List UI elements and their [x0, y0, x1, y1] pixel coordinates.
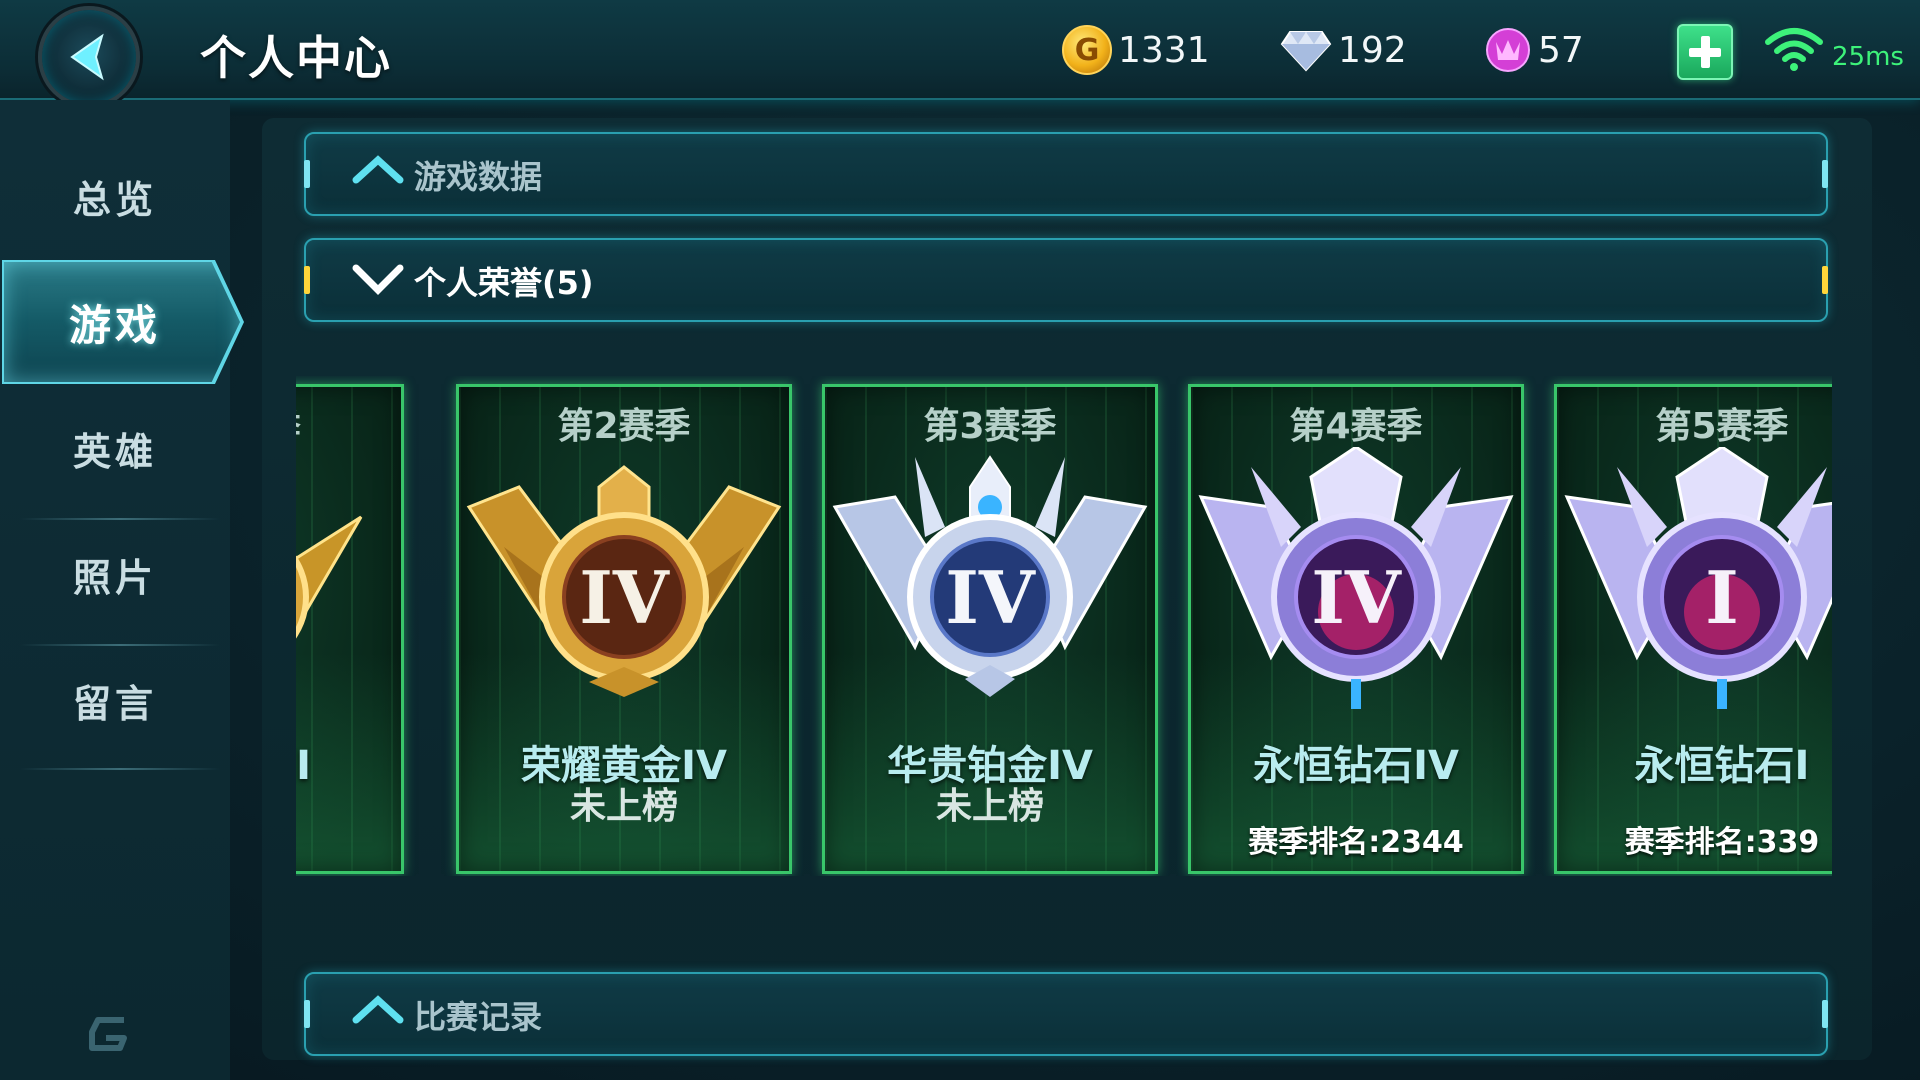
wifi-icon [1765, 28, 1823, 71]
section-edge [1822, 266, 1828, 294]
leaderboard-status: 榜 [296, 777, 401, 829]
honor-cards-carousel[interactable]: 季 金III 榜 第2赛季 IV [296, 376, 1832, 876]
sidebar-item-label: 游戏 [68, 300, 161, 350]
chevron-up-icon [352, 995, 404, 1024]
sidebar-item-label: 留言 [72, 681, 157, 726]
gem-icon [1486, 28, 1530, 72]
platinum-rank-badge-icon: IV [832, 455, 1148, 697]
section-edge [304, 160, 310, 188]
section-label: 个人荣誉(5) [414, 264, 594, 302]
refresh-icon[interactable] [84, 1012, 134, 1056]
honor-card[interactable]: 第5赛季 I 永恒钻石I 赛季排名:339 [1554, 384, 1832, 874]
back-arrow-icon [70, 33, 104, 81]
sidebar-item-photos[interactable]: 照片 [0, 524, 230, 624]
rank-numeral: I [1705, 555, 1739, 640]
season-ranking: 赛季排名:339 [1624, 825, 1820, 860]
section-edge [304, 1000, 310, 1028]
personal-center-screen: { "header": { "title": "个人中心", "gold": "… [0, 0, 1920, 1080]
gem-amount: 57 [1538, 29, 1584, 71]
page-title: 个人中心 [200, 31, 392, 85]
honor-card[interactable]: 第3赛季 IV 华贵铂金IV 未上榜 [822, 384, 1158, 874]
gold-rank-badge-icon: IV [466, 465, 782, 697]
diamond-icon [1280, 31, 1332, 72]
gold-amount: 1331 [1118, 29, 1210, 71]
section-label: 比赛记录 [414, 998, 543, 1036]
rank-name: 永恒钻石I [1634, 743, 1810, 789]
chevron-down-icon [352, 264, 404, 295]
gold-rank-badge-icon [296, 515, 363, 639]
season-label: 第3赛季 [923, 406, 1057, 447]
section-honors[interactable]: 个人荣誉(5) [304, 238, 1828, 322]
rank-numeral: IV [945, 555, 1036, 640]
section-label: 游戏数据 [414, 158, 543, 196]
sidebar-item-label: 照片 [72, 555, 157, 600]
sidebar-item-overview[interactable]: 总览 [0, 146, 230, 246]
ping-readout: 25ms [1832, 42, 1904, 72]
rank-numeral: IV [579, 555, 670, 640]
section-edge [1822, 160, 1828, 188]
sidebar-item-label: 总览 [72, 177, 157, 222]
section-game-data[interactable]: 游戏数据 [304, 132, 1828, 216]
section-edge [304, 266, 310, 294]
section-match-records[interactable]: 比赛记录 [304, 972, 1828, 1056]
sidebar-item-messages[interactable]: 留言 [0, 650, 230, 750]
leaderboard-status: 未上榜 [935, 786, 1044, 827]
diamond-rank-badge-icon: IV [1198, 447, 1514, 709]
season-label: 季 [296, 397, 401, 449]
honor-card[interactable]: 第2赛季 IV 荣耀黄金IV 未上榜 [456, 384, 792, 874]
chevron-up-icon [352, 155, 404, 184]
honor-card[interactable]: 季 金III 榜 [296, 384, 404, 874]
diamond-balance: 192 [1280, 22, 1407, 78]
sidebar-divider [20, 768, 220, 770]
sidebar-divider [20, 518, 220, 520]
season-label: 第5赛季 [1655, 406, 1789, 447]
rank-numeral: IV [1311, 555, 1402, 640]
sidebar-divider [20, 644, 220, 646]
sidebar-item-label: 英雄 [72, 429, 157, 474]
rank-name: 永恒钻石IV [1253, 743, 1459, 789]
gold-coin-icon: G [1062, 25, 1112, 75]
season-label: 第4赛季 [1289, 406, 1423, 447]
sidebar-item-game[interactable]: 游戏 [0, 262, 230, 382]
leaderboard-status: 未上榜 [569, 786, 678, 827]
gold-balance: G 1331 [1062, 22, 1210, 78]
back-button[interactable] [38, 6, 140, 108]
section-edge [1822, 1000, 1828, 1028]
diamond-amount: 192 [1338, 29, 1407, 71]
sidebar-item-heroes[interactable]: 英雄 [0, 398, 230, 498]
recharge-plus-button[interactable] [1677, 24, 1733, 80]
diamond-rank-badge-icon: I [1564, 447, 1832, 709]
season-label: 第2赛季 [557, 406, 691, 447]
season-ranking: 赛季排名:2344 [1248, 825, 1464, 860]
honor-card[interactable]: 第4赛季 IV 永恒钻石IV 赛季排名:2344 [1188, 384, 1524, 874]
top-bar: 个人中心 G 1331 192 57 25ms [0, 0, 1920, 108]
gem-balance: 57 [1484, 22, 1584, 78]
